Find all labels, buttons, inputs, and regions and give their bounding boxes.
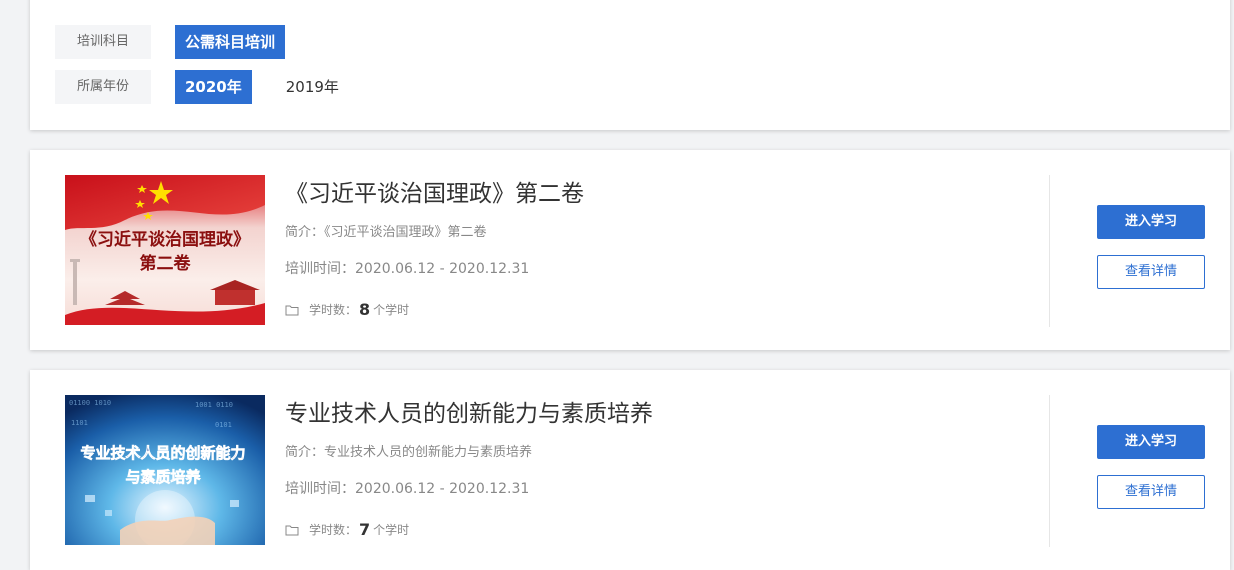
filter-label-year: 所属年份 <box>55 70 151 104</box>
filter-option-public-training[interactable]: 公需科目培训 <box>175 25 286 59</box>
course-thumbnail-image: 《习近平谈治国理政》 第二卷 <box>65 175 265 325</box>
course-hours-value: 8 <box>359 300 371 319</box>
course-card: 《习近平谈治国理政》 第二卷 《习近平谈治国理政》第二卷 简介：《习近平谈治国理… <box>30 150 1230 350</box>
course-card: 01100 1010 1001 0110 0101 1101 专业技术人员的创新… <box>30 370 1230 570</box>
course-info: 《习近平谈治国理政》第二卷 简介：《习近平谈治国理政》第二卷 培训时间：2020… <box>285 175 1025 321</box>
course-hours: 学时数： 8 个学时 <box>285 299 1025 321</box>
filter-row-subject: 培训科目 公需科目培训 <box>55 25 309 59</box>
course-thumbnail[interactable]: 《习近平谈治国理政》 第二卷 <box>65 175 265 325</box>
course-title[interactable]: 《习近平谈治国理政》第二卷 <box>285 177 1025 211</box>
folder-icon <box>285 525 299 536</box>
thumbnail-title-line1: 《习近平谈治国理政》 <box>80 229 250 250</box>
card-divider <box>1049 395 1050 547</box>
thumbnail-title-line2: 与素质培养 <box>125 468 201 486</box>
svg-text:0101: 0101 <box>215 421 232 429</box>
folder-icon <box>285 305 299 316</box>
course-thumbnail-image: 01100 1010 1001 0110 0101 1101 专业技术人员的创新… <box>65 395 265 545</box>
filter-label-subject: 培训科目 <box>55 25 151 59</box>
enter-study-button[interactable]: 进入学习 <box>1097 205 1205 239</box>
course-hours: 学时数： 7 个学时 <box>285 519 1025 541</box>
enter-study-button[interactable]: 进入学习 <box>1097 425 1205 459</box>
course-hours-value: 7 <box>359 520 371 539</box>
course-hours-unit: 个学时 <box>373 303 410 317</box>
filter-panel: 培训科目 公需科目培训 所属年份 2020年 2019年 <box>30 0 1230 130</box>
filter-option-2020[interactable]: 2020年 <box>175 70 252 104</box>
course-description: 简介：《习近平谈治国理政》第二卷 <box>285 225 487 240</box>
filter-row-year: 所属年份 2020年 2019年 <box>55 70 373 104</box>
course-description: 简介：专业技术人员的创新能力与素质培养 <box>285 445 533 460</box>
course-hours-label: 学时数： <box>309 303 358 317</box>
course-info: 专业技术人员的创新能力与素质培养 简介：专业技术人员的创新能力与素质培养 培训时… <box>285 395 1025 541</box>
course-title[interactable]: 专业技术人员的创新能力与素质培养 <box>285 397 1025 431</box>
view-details-button[interactable]: 查看详情 <box>1097 475 1205 509</box>
svg-text:1101: 1101 <box>71 419 88 427</box>
card-divider <box>1049 175 1050 327</box>
thumbnail-title-line2: 第二卷 <box>140 253 192 274</box>
svg-text:01100 1010: 01100 1010 <box>69 399 111 407</box>
course-thumbnail[interactable]: 01100 1010 1001 0110 0101 1101 专业技术人员的创新… <box>65 395 265 545</box>
svg-text:1001 0110: 1001 0110 <box>195 401 233 409</box>
course-hours-label: 学时数： <box>309 523 358 537</box>
course-hours-unit: 个学时 <box>373 523 410 537</box>
thumbnail-title-line1: 专业技术人员的创新能力 <box>80 444 245 462</box>
view-details-button[interactable]: 查看详情 <box>1097 255 1205 289</box>
course-training-time: 培训时间：2020.06.12 - 2020.12.31 <box>285 481 530 497</box>
course-training-time: 培训时间：2020.06.12 - 2020.12.31 <box>285 261 530 277</box>
filter-option-2019[interactable]: 2019年 <box>276 70 349 104</box>
